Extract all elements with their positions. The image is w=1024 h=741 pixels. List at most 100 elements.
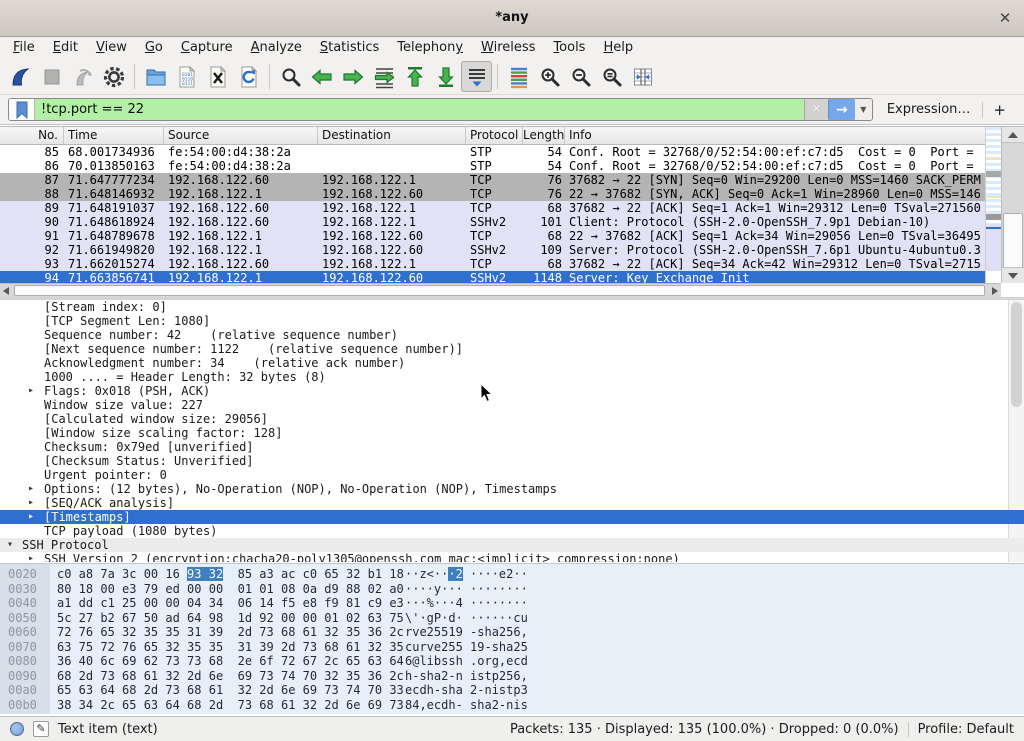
- menu-help[interactable]: Help: [594, 39, 642, 57]
- detail-line[interactable]: [Next sequence number: 1122 (relative se…: [0, 342, 1024, 356]
- hex-row-0050[interactable]: 00505c 27 b2 67 50 ad 64 98 1d 92 00 00 …: [0, 611, 1024, 626]
- restart-capture-button[interactable]: [67, 61, 98, 92]
- menu-go[interactable]: Go: [136, 39, 172, 57]
- detail-line[interactable]: Window size value: 227: [0, 398, 1024, 412]
- zoom-in-button[interactable]: [534, 61, 565, 92]
- packet-list-hscrollbar[interactable]: [0, 283, 1001, 297]
- zoom-out-button[interactable]: [565, 61, 596, 92]
- detail-line[interactable]: [Window size scaling factor: 128]: [0, 426, 1024, 440]
- column-header-info[interactable]: Info: [565, 127, 1001, 144]
- menu-view[interactable]: View: [87, 39, 136, 57]
- display-filter-input[interactable]: [35, 99, 804, 120]
- detail-line[interactable]: Urgent pointer: 0: [0, 468, 1024, 482]
- filter-bookmark-button[interactable]: [9, 99, 35, 120]
- hex-row-0080[interactable]: 008036 40 6c 69 62 73 73 68 2e 6f 72 67 …: [0, 654, 1024, 669]
- detail-line[interactable]: Acknowledgment number: 34 (relative ack …: [0, 356, 1024, 370]
- stop-capture-button[interactable]: [36, 61, 67, 92]
- menu-capture[interactable]: Capture: [172, 39, 242, 57]
- detail-line[interactable]: ▸Flags: 0x018 (PSH, ACK): [0, 384, 1024, 398]
- packet-row-93[interactable]: 9371.662015274192.168.122.60192.168.122.…: [0, 257, 985, 271]
- detail-line[interactable]: Sequence number: 42 (relative sequence n…: [0, 328, 1024, 342]
- filter-apply-icon[interactable]: →: [828, 99, 855, 120]
- go-back-button[interactable]: [306, 61, 337, 92]
- hex-row-0070[interactable]: 007063 75 72 76 65 32 35 35 31 39 2d 73 …: [0, 640, 1024, 655]
- add-filter-button[interactable]: +: [983, 101, 1016, 119]
- close-file-button[interactable]: [202, 61, 233, 92]
- hex-row-0040[interactable]: 0040a1 dd c1 25 00 00 04 34 06 14 f5 e8 …: [0, 596, 1024, 611]
- auto-scroll-button[interactable]: [461, 61, 492, 92]
- collapsed-arrow-icon[interactable]: ▸: [28, 552, 34, 562]
- colorize-button[interactable]: [503, 61, 534, 92]
- hex-row-00b0[interactable]: 00b038 34 2c 65 63 64 68 2d 73 68 61 32 …: [0, 698, 1024, 713]
- menu-telephony[interactable]: Telephony: [388, 39, 472, 57]
- start-capture-button[interactable]: [5, 61, 36, 92]
- capture-comment-icon[interactable]: ✎: [33, 721, 49, 737]
- go-to-top-button[interactable]: [399, 61, 430, 92]
- packet-row-94[interactable]: 9471.663856741192.168.122.1192.168.122.6…: [0, 271, 985, 283]
- vscroll-thumb[interactable]: [1003, 213, 1023, 269]
- menu-edit[interactable]: Edit: [44, 39, 87, 57]
- packet-list-vscrollbar[interactable]: [1001, 127, 1024, 283]
- detail-line[interactable]: [Stream index: 0]: [0, 300, 1024, 314]
- status-profile[interactable]: Profile: Default: [918, 722, 1014, 737]
- titlebar[interactable]: *any ✕: [0, 0, 1024, 37]
- hex-row-0030[interactable]: 003080 18 00 e3 79 ed 00 00 01 01 08 0a …: [0, 582, 1024, 597]
- column-header-time[interactable]: Time: [64, 127, 164, 144]
- scroll-up-button[interactable]: [1002, 127, 1024, 143]
- expression-button[interactable]: Expression…: [873, 102, 983, 117]
- detail-line[interactable]: TCP payload (1080 bytes): [0, 524, 1024, 538]
- filter-dropdown-caret-icon[interactable]: ▼: [855, 99, 872, 120]
- packet-row-88[interactable]: 8871.648146932192.168.122.1192.168.122.6…: [0, 187, 985, 201]
- menu-tools[interactable]: Tools: [544, 39, 594, 57]
- hscroll-thumb[interactable]: [14, 285, 985, 296]
- filter-clear-icon[interactable]: ✕: [804, 99, 828, 120]
- go-to-packet-button[interactable]: [368, 61, 399, 92]
- go-to-bottom-button[interactable]: [430, 61, 461, 92]
- hex-row-0020[interactable]: 0020c0 a8 7a 3c 00 16 93 32 85 a3 ac c0 …: [0, 567, 1024, 582]
- column-header-source[interactable]: Source: [164, 127, 318, 144]
- detail-line[interactable]: ▸SSH Version 2 (encryption:chacha20-poly…: [0, 552, 1024, 562]
- zoom-reset-button[interactable]: [596, 61, 627, 92]
- collapsed-arrow-icon[interactable]: ▸: [28, 482, 34, 496]
- detail-line[interactable]: ▾SSH Protocol: [0, 538, 1024, 552]
- menu-wireless[interactable]: Wireless: [472, 39, 544, 57]
- resize-columns-button[interactable]: [627, 61, 658, 92]
- expert-info-icon[interactable]: [10, 722, 24, 736]
- reload-file-button[interactable]: [233, 61, 264, 92]
- hex-row-0060[interactable]: 006072 76 65 32 35 35 31 39 2d 73 68 61 …: [0, 625, 1024, 640]
- save-file-button[interactable]: 010101100111: [171, 61, 202, 92]
- packet-row-86[interactable]: 8670.013850163fe:54:00:d4:38:2aSTP54Conf…: [0, 159, 985, 173]
- scroll-down-button[interactable]: [1002, 267, 1024, 283]
- go-forward-button[interactable]: [337, 61, 368, 92]
- open-file-button[interactable]: [140, 61, 171, 92]
- packet-row-91[interactable]: 9171.648789678192.168.122.1192.168.122.6…: [0, 229, 985, 243]
- packet-row-90[interactable]: 9071.648618924192.168.122.60192.168.122.…: [0, 215, 985, 229]
- find-packet-button[interactable]: [275, 61, 306, 92]
- detail-line[interactable]: 1000 .... = Header Length: 32 bytes (8): [0, 370, 1024, 384]
- detail-line[interactable]: [Checksum Status: Unverified]: [0, 454, 1024, 468]
- hex-row-00a0[interactable]: 00a065 63 64 68 2d 73 68 61 32 2d 6e 69 …: [0, 683, 1024, 698]
- column-header-protocol[interactable]: Protocol: [466, 127, 523, 144]
- column-header-destination[interactable]: Destination: [318, 127, 466, 144]
- detail-line[interactable]: [Calculated window size: 29056]: [0, 412, 1024, 426]
- detail-line[interactable]: ▸[SEQ/ACK analysis]: [0, 496, 1024, 510]
- collapsed-arrow-icon[interactable]: ▸: [28, 384, 34, 398]
- packet-row-87[interactable]: 8771.647777234192.168.122.60192.168.122.…: [0, 173, 985, 187]
- collapsed-arrow-icon[interactable]: ▸: [28, 510, 34, 524]
- detail-line[interactable]: Checksum: 0x79ed [unverified]: [0, 440, 1024, 454]
- column-header-no[interactable]: No.: [0, 127, 64, 144]
- packet-row-85[interactable]: 8568.001734936fe:54:00:d4:38:2aSTP54Conf…: [0, 145, 985, 159]
- menu-analyze[interactable]: Analyze: [242, 39, 311, 57]
- menu-file[interactable]: File: [4, 39, 44, 57]
- packet-row-89[interactable]: 8971.648191037192.168.122.60192.168.122.…: [0, 201, 985, 215]
- hex-row-0090[interactable]: 009068 2d 73 68 61 32 2d 6e 69 73 74 70 …: [0, 669, 1024, 684]
- expanded-arrow-icon[interactable]: ▾: [7, 538, 13, 552]
- detail-line[interactable]: ▸Options: (12 bytes), No-Operation (NOP)…: [0, 482, 1024, 496]
- close-icon[interactable]: ✕: [992, 0, 1018, 36]
- capture-options-button[interactable]: [98, 61, 129, 92]
- collapsed-arrow-icon[interactable]: ▸: [28, 496, 34, 510]
- column-header-length[interactable]: Length: [523, 127, 565, 144]
- detail-line[interactable]: [TCP Segment Len: 1080]: [0, 314, 1024, 328]
- detail-line[interactable]: ▸[Timestamps]: [0, 510, 1024, 524]
- packet-row-92[interactable]: 9271.661949820192.168.122.1192.168.122.6…: [0, 243, 985, 257]
